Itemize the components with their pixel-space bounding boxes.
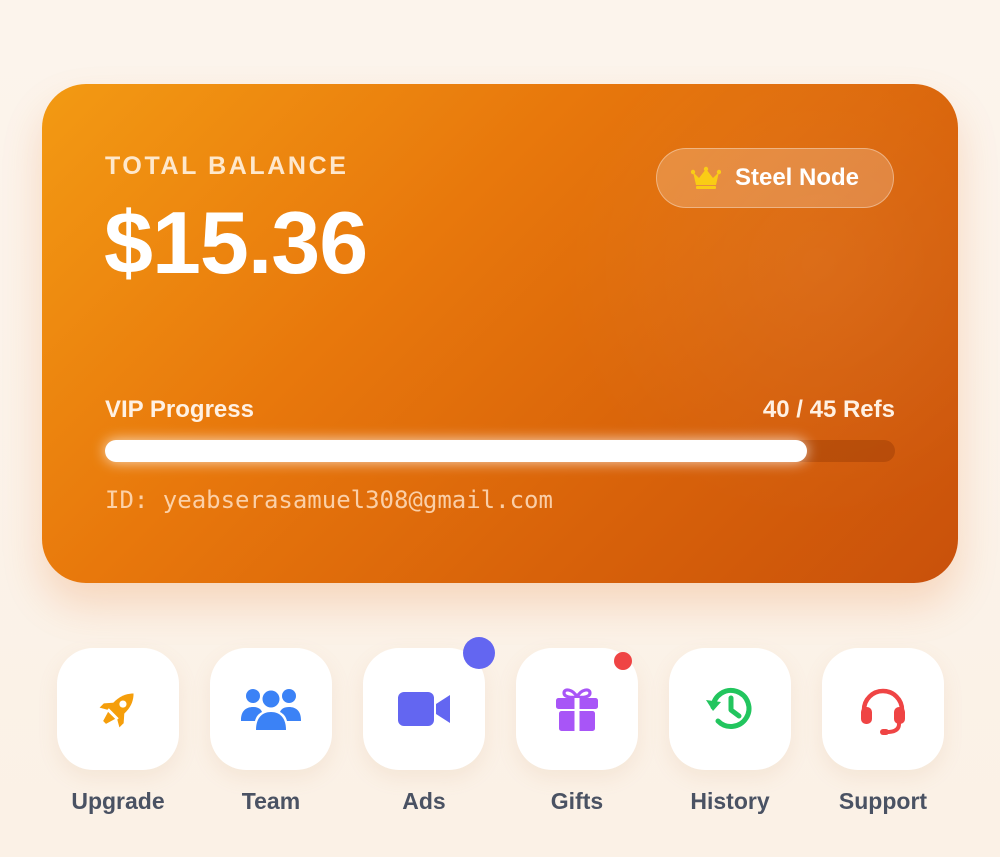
gift-icon	[556, 688, 598, 731]
balance-amount: $15.36	[104, 193, 368, 292]
gifts-action[interactable]: Gifts	[516, 648, 638, 828]
upgrade-label: Upgrade	[71, 788, 165, 814]
history-label: History	[690, 788, 770, 814]
gifts-label: Gifts	[550, 788, 604, 814]
rocket-icon	[99, 693, 134, 728]
team-button[interactable]	[210, 648, 332, 770]
user-id: ID: yeabserasamuel308@gmail.com	[105, 486, 553, 514]
ads-button[interactable]	[363, 648, 485, 770]
quick-actions: Upgrade Team Ads Gifts History Support	[57, 637, 944, 828]
headset-icon	[861, 688, 905, 735]
vip-progress-label: VIP Progress	[105, 396, 254, 423]
history-action[interactable]: History	[669, 648, 791, 828]
tier-badge[interactable]: Steel Node	[656, 148, 894, 208]
support-button[interactable]	[822, 648, 944, 770]
history-button[interactable]	[669, 648, 791, 770]
upgrade-action[interactable]: Upgrade	[57, 648, 179, 828]
support-label: Support	[838, 788, 928, 814]
team-action[interactable]: Team	[210, 648, 332, 828]
crown-icon	[690, 166, 721, 189]
upgrade-button[interactable]	[57, 648, 179, 770]
ads-notification-dot	[463, 637, 495, 669]
vip-progress-fill	[105, 440, 808, 462]
team-label: Team	[241, 788, 301, 814]
vip-progress-bar	[105, 440, 895, 462]
tier-label: Steel Node	[734, 164, 860, 191]
video-camera-icon	[398, 692, 450, 726]
balance-card: TOTAL BALANCE $15.36 Steel Node VIP Prog…	[42, 84, 958, 583]
wallet-screen: TOTAL BALANCE $15.36 Steel Node VIP Prog…	[0, 0, 1000, 857]
gifts-notification-dot	[614, 652, 632, 670]
support-action[interactable]: Support	[822, 648, 944, 828]
users-icon	[241, 689, 301, 730]
balance-label: TOTAL BALANCE	[105, 152, 349, 180]
ads-label: Ads	[402, 788, 446, 814]
history-icon	[706, 688, 752, 729]
ads-action[interactable]: Ads	[363, 637, 495, 828]
vip-progress-count: 40 / 45 Refs	[762, 396, 895, 423]
